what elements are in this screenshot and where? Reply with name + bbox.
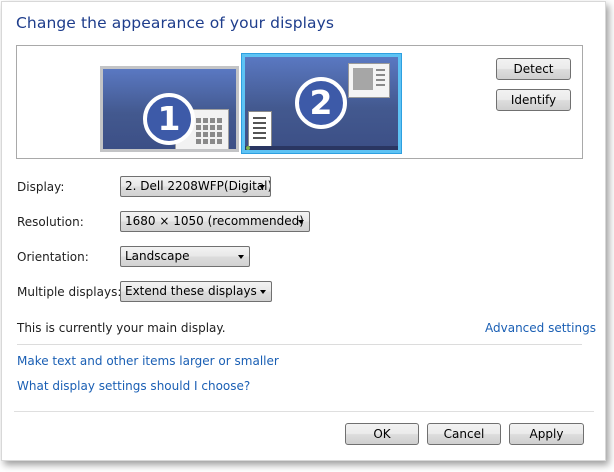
orientation-label: Orientation: [17,250,89,264]
apply-button[interactable]: Apply [509,423,584,445]
monitor-2-taskbar [245,146,398,150]
multiple-displays-select[interactable]: Extend these displays [120,281,272,302]
monitor-1-number: 1 [143,93,195,145]
display-settings-help-link[interactable]: What display settings should I choose? [17,379,250,393]
identify-button[interactable]: Identify [496,89,571,111]
multiple-displays-label: Multiple displays: [17,285,122,299]
cancel-button[interactable]: Cancel [427,423,501,445]
divider [17,344,582,345]
detect-button[interactable]: Detect [496,58,571,80]
monitor-2-window-thumbnail [348,63,390,98]
ok-button[interactable]: OK [345,423,419,445]
chevron-down-icon [260,290,266,294]
app-grid-icon [196,118,222,144]
display-select[interactable]: 2. Dell 2208WFP(Digital) [120,176,271,197]
monitor-2[interactable]: 2 [241,53,402,154]
orientation-select-value: Landscape [125,249,190,263]
monitor-2-number: 2 [295,77,347,129]
chevron-down-icon [298,220,304,224]
main-display-status: This is currently your main display. [17,321,226,335]
chevron-down-icon [238,255,244,259]
sidebar-gadget-icon [248,111,272,147]
resolution-select[interactable]: 1680 × 1050 (recommended) [120,211,310,232]
multiple-displays-select-value: Extend these displays [125,284,257,298]
orientation-select[interactable]: Landscape [120,246,250,267]
page-title: Change the appearance of your displays [16,14,335,32]
resolution-select-value: 1680 × 1050 (recommended) [125,214,304,228]
start-orb-icon [246,146,250,150]
display-settings-window: Change the appearance of your displays 1 [1,1,606,461]
monitor-1[interactable]: 1 [100,66,239,152]
display-label: Display: [17,180,65,194]
advanced-settings-link[interactable]: Advanced settings [485,321,596,335]
footer-divider [14,411,594,412]
picture-icon [353,68,373,90]
chevron-down-icon [259,185,265,189]
display-settings-page: Change the appearance of your displays 1 [0,0,614,472]
larger-text-link[interactable]: Make text and other items larger or smal… [17,354,279,368]
display-select-value: 2. Dell 2208WFP(Digital) [125,179,271,193]
resolution-label: Resolution: [17,215,84,229]
